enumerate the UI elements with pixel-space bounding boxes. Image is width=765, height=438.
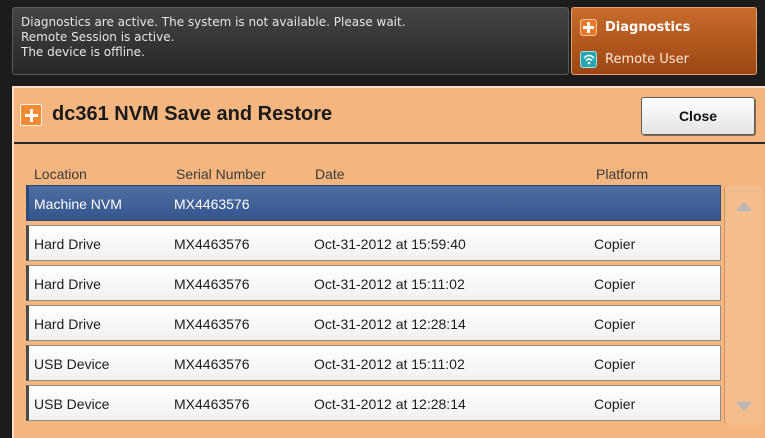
column-header-date: Date [315, 166, 345, 182]
status-message-box: Diagnostics are active. The system is no… [12, 7, 569, 75]
cell-platform: Copier [594, 396, 636, 412]
page-title: dc361 NVM Save and Restore [52, 103, 333, 125]
close-button[interactable]: Close [641, 97, 755, 135]
status-line-diagnostics: Diagnostics are active. The system is no… [21, 15, 406, 29]
triangle-down-icon [736, 396, 752, 415]
table-row[interactable]: Machine NVM MX4463576 [26, 185, 721, 221]
table-row[interactable]: Hard Drive MX4463576 Oct-31-2012 at 15:1… [26, 265, 721, 301]
cell-serial-number: MX4463576 [174, 276, 250, 292]
diagnostics-label: Diagnostics [605, 19, 691, 35]
column-header-platform: Platform [596, 166, 649, 182]
remote-user-label: Remote User [605, 51, 689, 67]
cell-platform: Copier [594, 276, 636, 292]
column-header-location: Location [34, 166, 87, 182]
title-bar: dc361 NVM Save and Restore Close [14, 88, 765, 144]
cell-location: Machine NVM [34, 196, 122, 212]
cell-serial-number: MX4463576 [174, 396, 250, 412]
status-panel: Diagnostics Remote User [571, 7, 757, 75]
cell-date: Oct-31-2012 at 12:28:14 [314, 396, 466, 412]
diagnostics-indicator[interactable]: Diagnostics [580, 16, 690, 38]
cell-location: Hard Drive [34, 236, 101, 252]
cell-date: Oct-31-2012 at 15:11:02 [314, 356, 465, 372]
table-row[interactable]: Hard Drive MX4463576 Oct-31-2012 at 15:5… [26, 225, 721, 261]
table-row[interactable]: USB Device MX4463576 Oct-31-2012 at 15:1… [26, 345, 721, 381]
scroll-up-button[interactable] [725, 185, 763, 225]
plus-icon [580, 18, 597, 36]
cell-serial-number: MX4463576 [174, 196, 250, 212]
nvm-save-restore-panel: dc361 NVM Save and Restore Close Locatio… [12, 86, 765, 438]
cell-serial-number: MX4463576 [174, 316, 250, 332]
cell-location: USB Device [34, 356, 110, 372]
plus-icon [20, 104, 42, 126]
remote-user-indicator[interactable]: Remote User [580, 48, 689, 70]
cell-location: Hard Drive [34, 316, 101, 332]
cell-date: Oct-31-2012 at 12:28:14 [314, 316, 466, 332]
cell-platform: Copier [594, 316, 636, 332]
cell-location: USB Device [34, 396, 110, 412]
cell-platform: Copier [594, 236, 636, 252]
cell-platform: Copier [594, 356, 636, 372]
table-scrollbar[interactable] [724, 185, 762, 425]
cell-location: Hard Drive [34, 276, 101, 292]
scroll-down-button[interactable] [725, 385, 763, 425]
cell-serial-number: MX4463576 [174, 356, 250, 372]
table-row[interactable]: USB Device MX4463576 Oct-31-2012 at 12:2… [26, 385, 721, 421]
table-row[interactable]: Hard Drive MX4463576 Oct-31-2012 at 12:2… [26, 305, 721, 341]
cell-date: Oct-31-2012 at 15:59:40 [314, 236, 466, 252]
cell-date: Oct-31-2012 at 15:11:02 [314, 276, 465, 292]
wifi-icon [580, 50, 597, 68]
cell-serial-number: MX4463576 [174, 236, 250, 252]
column-header-serial-number: Serial Number [176, 166, 266, 182]
status-line-offline: The device is offline. [21, 45, 145, 59]
triangle-up-icon [736, 196, 752, 215]
status-line-remote-session: Remote Session is active. [21, 30, 175, 44]
